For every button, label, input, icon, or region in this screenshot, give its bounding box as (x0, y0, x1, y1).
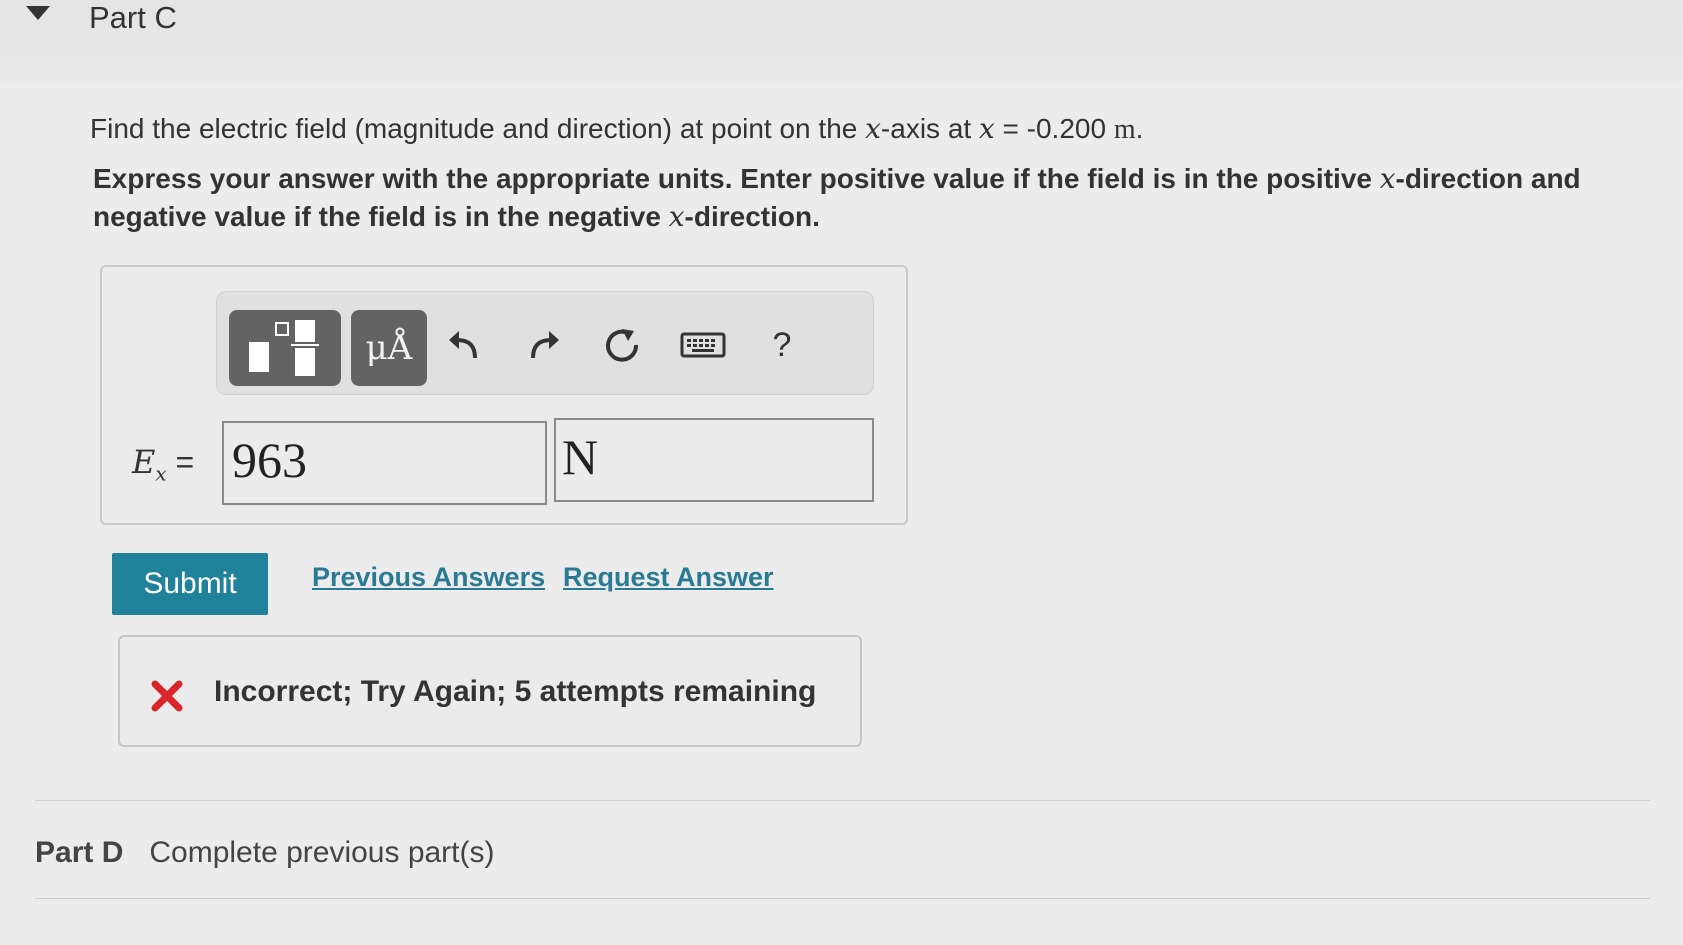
undo-icon (449, 331, 477, 359)
value-input[interactable]: 963 (222, 421, 547, 505)
submit-button[interactable]: Submit (112, 553, 268, 615)
redo-button[interactable] (521, 322, 567, 368)
undo-button[interactable] (441, 322, 487, 368)
divider (35, 898, 1650, 899)
part-header (0, 0, 1683, 84)
reset-icon (606, 329, 639, 362)
incorrect-x-icon (151, 680, 183, 712)
help-icon: ? (772, 325, 792, 364)
keyboard-icon (680, 332, 726, 358)
previous-answers-link[interactable]: Previous Answers (312, 562, 545, 593)
feedback-message: Incorrect; Try Again; 5 attempts remaini… (214, 675, 817, 708)
collapse-caret-icon[interactable] (26, 6, 50, 20)
templates-button[interactable] (229, 310, 341, 386)
part-title: Part C (89, 0, 177, 35)
unit-input[interactable]: N (554, 418, 874, 502)
answer-box: μÅ ? Ex = 963 N (100, 265, 908, 525)
feedback-box: Incorrect; Try Again; 5 attempts remaini… (118, 635, 862, 747)
redo-icon (531, 331, 559, 359)
part-d-header[interactable]: Part D Complete previous part(s) (35, 836, 495, 870)
divider (35, 800, 1650, 801)
answer-instructions: Express your answer with the appropriate… (93, 162, 1581, 233)
keyboard-button[interactable] (677, 322, 729, 368)
request-answer-link[interactable]: Request Answer (563, 562, 774, 593)
answer-label: Ex = (132, 443, 195, 486)
part-d-title: Part D (35, 836, 124, 869)
units-icon: μÅ (365, 328, 413, 368)
question-text: Find the electric field (magnitude and d… (90, 112, 1144, 145)
units-button[interactable]: μÅ (351, 310, 427, 386)
help-button[interactable]: ? (759, 322, 805, 368)
math-toolbar: μÅ ? (216, 291, 874, 395)
reset-button[interactable] (599, 322, 645, 368)
part-d-status: Complete previous part(s) (149, 836, 495, 869)
